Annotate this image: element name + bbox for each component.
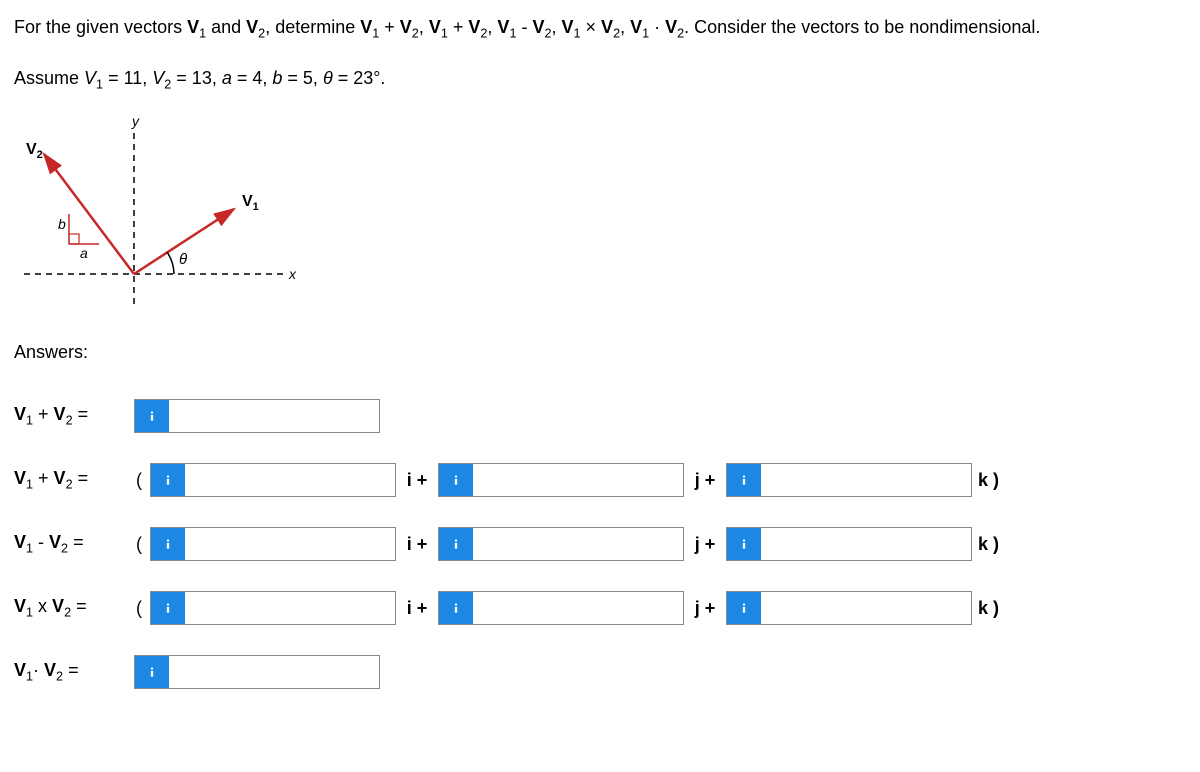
input-group: [438, 463, 684, 497]
diff-j-input[interactable]: [473, 528, 683, 560]
info-icon[interactable]: [135, 400, 169, 432]
theta-label: θ: [179, 251, 187, 268]
answers-heading: Answers:: [14, 342, 1186, 363]
v1-label: V1: [242, 193, 259, 213]
k-close: k ): [978, 598, 1006, 619]
problem-statement: For the given vectors V1 and V2, determi…: [14, 12, 1186, 96]
open-paren: (: [134, 534, 144, 555]
info-icon[interactable]: [439, 464, 473, 496]
open-paren: (: [134, 470, 144, 491]
vector-figure: x y V1 θ V2 a b: [14, 114, 314, 324]
answer-row-cross: V1 x V2 = ( i + j + k ): [14, 591, 1186, 625]
diff-i-input[interactable]: [185, 528, 395, 560]
diff-k-input[interactable]: [761, 528, 971, 560]
info-icon[interactable]: [135, 656, 169, 688]
row-label: V1 - V2 =: [14, 532, 128, 556]
row-label: V1 + V2 =: [14, 468, 128, 492]
answer-row-magnitude: V1 + V2 =: [14, 399, 1186, 433]
cross-j-input[interactable]: [473, 592, 683, 624]
row-label: V1· V2 =: [14, 660, 128, 684]
v2-label: V2: [26, 141, 43, 161]
row-label: V1 + V2 =: [14, 404, 128, 428]
j-unit: j +: [690, 534, 720, 555]
problem-line-2: Assume V1 = 11, V2 = 13, a = 4, b = 5, θ…: [14, 63, 1186, 96]
info-icon[interactable]: [727, 592, 761, 624]
info-icon[interactable]: [439, 528, 473, 560]
answer-row-diff: V1 - V2 = ( i + j + k ): [14, 527, 1186, 561]
problem-line-1: For the given vectors V1 and V2, determi…: [14, 12, 1186, 45]
x-axis-label: x: [288, 266, 297, 282]
j-unit: j +: [690, 598, 720, 619]
j-unit: j +: [690, 470, 720, 491]
b-label: b: [58, 216, 66, 232]
i-unit: i +: [402, 598, 432, 619]
info-icon[interactable]: [151, 592, 185, 624]
cross-k-input[interactable]: [761, 592, 971, 624]
answer-row-dot: V1· V2 =: [14, 655, 1186, 689]
input-group: [726, 463, 972, 497]
info-icon[interactable]: [151, 528, 185, 560]
info-icon[interactable]: [727, 528, 761, 560]
sum-j-input[interactable]: [473, 464, 683, 496]
a-label: a: [80, 245, 88, 261]
cross-i-input[interactable]: [185, 592, 395, 624]
i-unit: i +: [402, 534, 432, 555]
input-group: [150, 463, 396, 497]
info-icon[interactable]: [439, 592, 473, 624]
sum-k-input[interactable]: [761, 464, 971, 496]
open-paren: (: [134, 598, 144, 619]
row-label: V1 x V2 =: [14, 596, 128, 620]
info-icon[interactable]: [151, 464, 185, 496]
input-group: [134, 399, 380, 433]
dot-input[interactable]: [169, 656, 379, 688]
y-axis-label: y: [131, 114, 140, 129]
answer-input-magnitude[interactable]: [169, 400, 379, 432]
info-icon[interactable]: [727, 464, 761, 496]
answer-row-sum: V1 + V2 = ( i + j + k ): [14, 463, 1186, 497]
k-close: k ): [978, 534, 1006, 555]
i-unit: i +: [402, 470, 432, 491]
sum-i-input[interactable]: [185, 464, 395, 496]
k-close: k ): [978, 470, 1006, 491]
